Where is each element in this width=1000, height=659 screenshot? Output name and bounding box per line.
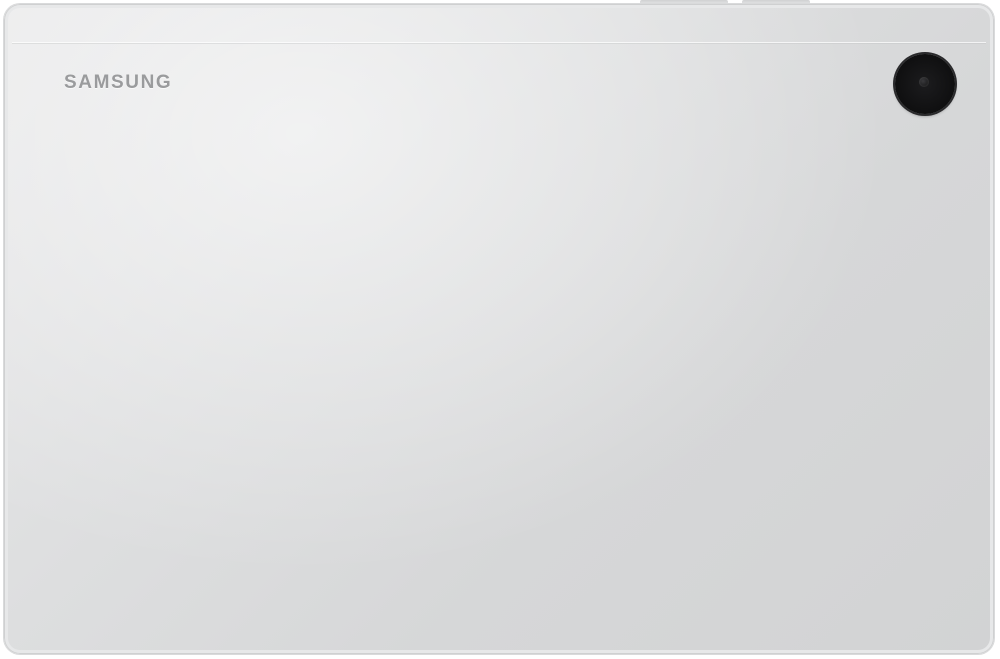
camera-lens bbox=[919, 77, 929, 87]
tablet-back-panel: SAMSUNG bbox=[4, 4, 994, 654]
product-image: SAMSUNG bbox=[0, 0, 1000, 659]
antenna-line bbox=[12, 42, 986, 43]
brand-logo: SAMSUNG bbox=[64, 72, 173, 93]
camera-icon bbox=[895, 54, 955, 114]
